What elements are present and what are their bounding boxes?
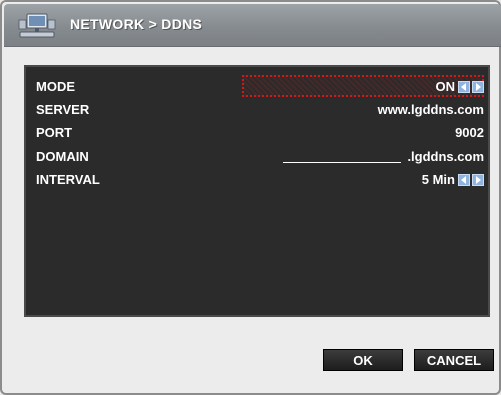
ok-button[interactable]: OK	[323, 349, 403, 371]
title-bar: NETWORK > DDNS	[4, 4, 501, 47]
port-value[interactable]: 9002	[455, 125, 484, 140]
arrow-right-icon[interactable]	[472, 80, 484, 93]
network-monitor-icon	[18, 13, 56, 38]
domain-suffix: .lgddns.com	[407, 149, 484, 164]
mode-label: MODE	[36, 79, 75, 94]
server-label: SERVER	[36, 102, 90, 117]
ddns-dialog: NETWORK > DDNS MODE ON SERVER www.lgddns…	[0, 0, 501, 395]
server-row[interactable]: SERVER www.lgddns.com	[36, 100, 484, 120]
port-row[interactable]: PORT 9002	[36, 123, 484, 143]
server-value[interactable]: www.lgddns.com	[378, 102, 484, 117]
cancel-button[interactable]: CANCEL	[414, 349, 494, 371]
arrow-left-icon[interactable]	[458, 80, 470, 93]
interval-value-group[interactable]: 5 Min	[422, 172, 484, 187]
domain-label: DOMAIN	[36, 149, 89, 164]
domain-input[interactable]	[283, 151, 402, 163]
mode-row[interactable]: MODE ON	[36, 77, 484, 97]
interval-label: INTERVAL	[36, 172, 100, 187]
arrow-left-icon[interactable]	[458, 173, 470, 186]
mode-value: ON	[435, 79, 456, 94]
page-title: NETWORK > DDNS	[70, 16, 203, 32]
domain-row[interactable]: DOMAIN .lgddns.com	[36, 147, 484, 167]
interval-value: 5 Min	[421, 172, 455, 187]
settings-panel: MODE ON SERVER www.lgddns.com PORT 9002 …	[24, 65, 490, 317]
port-label: PORT	[36, 125, 73, 140]
arrow-right-icon[interactable]	[472, 173, 484, 186]
domain-value-group[interactable]: .lgddns.com	[283, 149, 484, 164]
interval-row[interactable]: INTERVAL 5 Min	[36, 170, 484, 190]
mode-value-group[interactable]: ON	[435, 79, 484, 94]
